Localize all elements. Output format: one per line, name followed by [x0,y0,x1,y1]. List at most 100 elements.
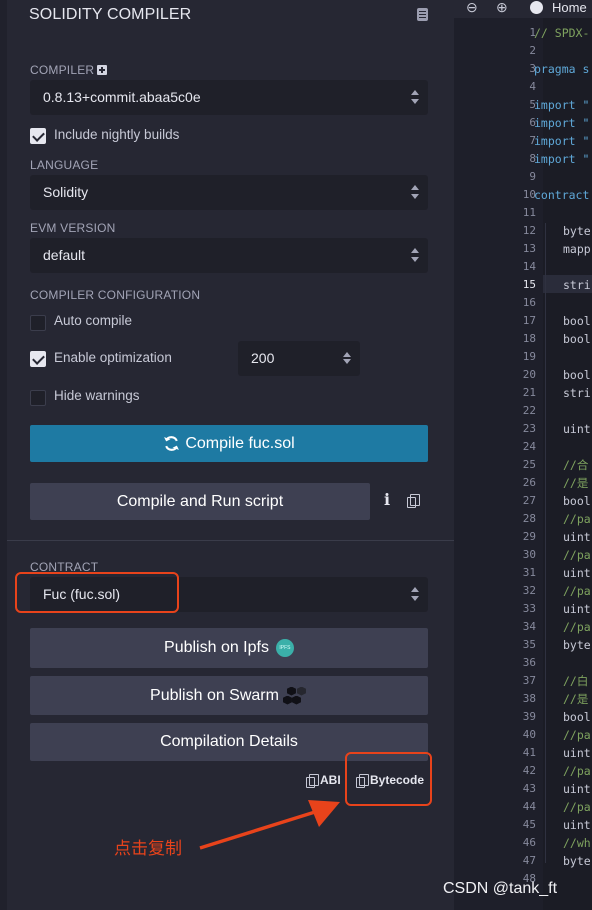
publish-swarm-label: Publish on Swarm [150,686,279,704]
line-number: 7 [529,134,536,147]
code-line: //wh [563,836,591,850]
section-divider [7,540,454,541]
remix-logo-icon [530,1,543,14]
annotation-text: 点击复制 [114,839,182,858]
line-number: 27 [522,494,536,507]
code-line: import " [534,116,590,130]
hide-warnings-checkbox[interactable] [30,390,46,406]
info-icon[interactable]: i [384,490,390,509]
line-number: 32 [522,584,536,597]
publish-swarm-button[interactable]: Publish on Swarm [30,676,428,715]
home-tab[interactable]: Home [552,0,587,15]
language-label: LANGUAGE [30,158,99,172]
select-arrows-icon [411,587,419,601]
auto-compile-checkbox[interactable] [30,315,46,331]
code-line: bool [563,368,591,382]
code-line: bool [563,494,591,508]
line-number: 6 [529,116,536,129]
line-number: 39 [522,710,536,723]
line-number: 18 [522,332,536,345]
code-line: uint [563,566,591,580]
compiler-configuration-label: COMPILER CONFIGURATION [30,288,201,302]
indent-guide [545,223,546,863]
evm-version-label: EVM VERSION [30,221,116,235]
code-line: byte [563,224,591,238]
editor-toolbar: ⊖ ⊕ Home [454,0,592,18]
code-line: //pa [563,584,591,598]
code-line: //pa [563,620,591,634]
code-line: stri [563,386,591,400]
ipfs-icon: IPFS [275,639,294,657]
code-line: //是 [563,692,589,706]
line-number: 21 [522,386,536,399]
zoom-in-icon[interactable]: ⊕ [496,0,508,16]
bytecode-highlight-box [345,752,432,806]
compiler-version-select[interactable]: 0.8.13+commit.abaa5c0e [30,80,428,115]
code-line: mapp [563,242,591,256]
line-number: 11 [522,206,536,219]
zoom-out-icon[interactable]: ⊖ [466,0,478,16]
panel-title: SOLIDITY COMPILER [29,6,192,23]
code-line: //pa [563,548,591,562]
compilation-details-label: Compilation Details [160,733,298,750]
optimization-runs-value: 200 [251,350,275,366]
select-arrows-icon [411,185,419,199]
line-number: 42 [522,764,536,777]
code-line: pragma s [534,62,590,76]
code-line: uint [563,530,591,544]
line-number: 22 [522,404,536,417]
add-compiler-icon[interactable] [97,65,107,75]
line-number: 25 [522,458,536,471]
code-line: //合 [563,458,589,472]
code-line: bool [563,332,591,346]
line-number: 47 [522,854,536,867]
line-number: 43 [522,782,536,795]
line-number: 36 [522,656,536,669]
code-line: //白 [563,674,589,688]
line-number: 46 [522,836,536,849]
language-select[interactable]: Solidity [30,175,428,210]
line-number: 13 [522,242,536,255]
copy-icon[interactable] [407,494,420,508]
line-number: 8 [529,152,536,165]
line-number: 5 [529,98,536,111]
line-number: 29 [522,530,536,543]
code-line: uint [563,746,591,760]
publish-ipfs-button[interactable]: Publish on Ipfs IPFS [30,628,428,668]
code-line: //pa [563,512,591,526]
line-number: 38 [522,692,536,705]
hide-warnings-label: Hide warnings [54,388,140,403]
compile-button[interactable]: Compile fuc.sol [30,425,428,462]
compile-and-run-script-button[interactable]: Compile and Run script [30,483,370,520]
line-number: 24 [522,440,536,453]
code-line: uint [563,818,591,832]
stepper-arrows-icon[interactable] [343,352,351,364]
code-line: uint [563,422,591,436]
enable-optimization-checkbox[interactable] [30,351,46,367]
optimization-runs-input[interactable]: 200 [238,341,360,376]
include-nightly-checkbox[interactable] [30,128,46,144]
line-number: 1 [529,26,536,39]
line-number: 15 [522,278,536,291]
code-line: stri [563,278,591,292]
evm-version-value: default [43,247,86,263]
publish-ipfs-label: Publish on Ipfs [164,639,269,656]
code-line: //是 [563,476,589,490]
line-number: 30 [522,548,536,561]
abi-copy-button[interactable]: ABI [320,773,341,787]
solidity-compiler-panel: SOLIDITY COMPILER COMPILER 0.8.13+commit… [0,0,454,910]
evm-version-select[interactable]: default [30,238,428,273]
code-line: //pa [563,800,591,814]
select-arrows-icon [411,248,419,262]
line-number: 20 [522,368,536,381]
annotation-arrow [199,800,340,850]
compiler-version-value: 0.8.13+commit.abaa5c0e [43,89,201,105]
code-line: contract [534,188,590,202]
line-number: 26 [522,476,536,489]
code-line: //pa [563,764,591,778]
line-number: 44 [522,800,536,813]
documentation-icon[interactable] [417,8,428,21]
line-number: 10 [522,188,536,201]
copy-abi-icon[interactable] [306,774,319,788]
code-line: import " [534,152,590,166]
